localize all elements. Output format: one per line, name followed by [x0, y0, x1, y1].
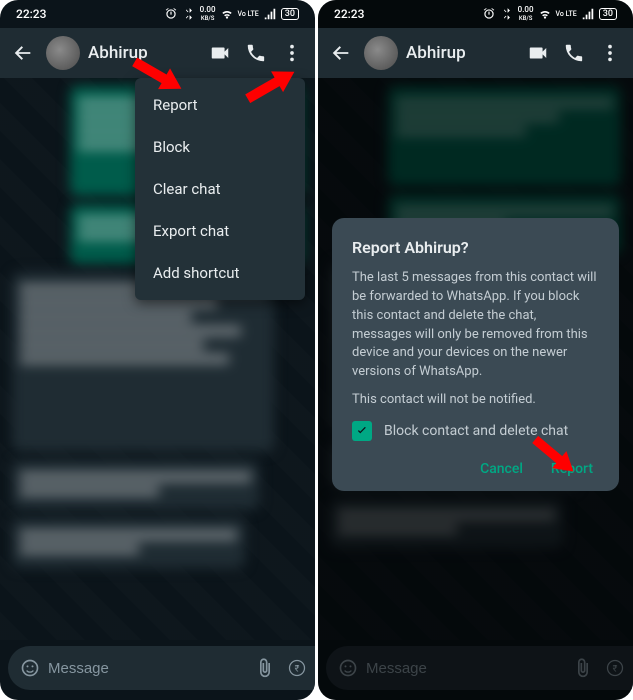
svg-text:₹: ₹ [613, 664, 618, 674]
menu-item-block[interactable]: Block [135, 126, 305, 168]
wifi-icon [538, 7, 552, 21]
battery-icon: 30 [281, 8, 299, 20]
avatar[interactable] [364, 36, 398, 70]
emoji-icon[interactable] [334, 654, 362, 682]
chat-header: Abhirup [318, 28, 633, 78]
message-field[interactable]: ₹ [326, 646, 633, 690]
dialog-title: Report Abhirup? [352, 238, 599, 257]
checkbox-checked-icon[interactable] [352, 421, 372, 441]
menu-item-clear-chat[interactable]: Clear chat [135, 168, 305, 210]
phone-right: 22:23 0.00KB/S Vo LTE 30 Abhirup [318, 0, 633, 700]
menu-item-export-chat[interactable]: Export chat [135, 210, 305, 252]
status-time: 22:23 [334, 7, 364, 21]
avatar[interactable] [46, 36, 80, 70]
rupee-icon[interactable]: ₹ [601, 654, 629, 682]
status-icons: 0.00KB/S Vo LTE 30 [164, 6, 299, 23]
contact-name[interactable]: Abhirup [406, 43, 515, 63]
checkbox-row[interactable]: Block contact and delete chat [352, 421, 599, 441]
battery-icon: 30 [599, 8, 617, 20]
message-bubble [330, 498, 563, 548]
phone-left: 22:23 0.00KB/S Vo LTE 30 Abhirup [0, 0, 315, 700]
rupee-icon[interactable]: ₹ [283, 654, 311, 682]
signal-icon [263, 7, 277, 21]
status-time: 22:23 [16, 7, 46, 21]
status-icons: 0.00KB/S Vo LTE 30 [482, 6, 617, 23]
more-options-button[interactable] [595, 36, 625, 70]
back-button[interactable] [326, 36, 356, 70]
message-bubble [388, 86, 621, 186]
back-button[interactable] [8, 36, 38, 70]
menu-item-add-shortcut[interactable]: Add shortcut [135, 252, 305, 294]
message-field[interactable]: ₹ [8, 646, 315, 690]
dialog-body: The last 5 messages from this contact wi… [352, 269, 599, 382]
status-bar: 22:23 0.00KB/S Vo LTE 30 [318, 0, 633, 28]
cancel-button[interactable]: Cancel [480, 461, 523, 477]
voice-call-button[interactable] [559, 36, 589, 70]
input-bar: ₹ [318, 640, 633, 700]
attach-icon[interactable] [569, 654, 597, 682]
input-bar: ₹ [0, 640, 315, 700]
attach-icon[interactable] [251, 654, 279, 682]
video-call-button[interactable] [523, 36, 553, 70]
alarm-icon [164, 7, 178, 21]
message-input[interactable] [48, 660, 247, 677]
message-bubble [12, 518, 245, 568]
voice-call-button[interactable] [241, 36, 271, 70]
options-menu: Report Block Clear chat Export chat Add … [135, 78, 305, 300]
status-bar: 22:23 0.00KB/S Vo LTE 30 [0, 0, 315, 28]
bluetooth-icon [500, 7, 514, 21]
dialog-note: This contact will not be notified. [352, 392, 599, 407]
wifi-icon [220, 7, 234, 21]
alarm-icon [482, 7, 496, 21]
signal-icon [581, 7, 595, 21]
report-dialog: Report Abhirup? The last 5 messages from… [332, 218, 619, 491]
emoji-icon[interactable] [16, 654, 44, 682]
message-input[interactable] [366, 660, 565, 677]
svg-text:₹: ₹ [295, 664, 300, 674]
bluetooth-icon [182, 7, 196, 21]
video-call-button[interactable] [205, 36, 235, 70]
message-bubble [12, 460, 259, 510]
